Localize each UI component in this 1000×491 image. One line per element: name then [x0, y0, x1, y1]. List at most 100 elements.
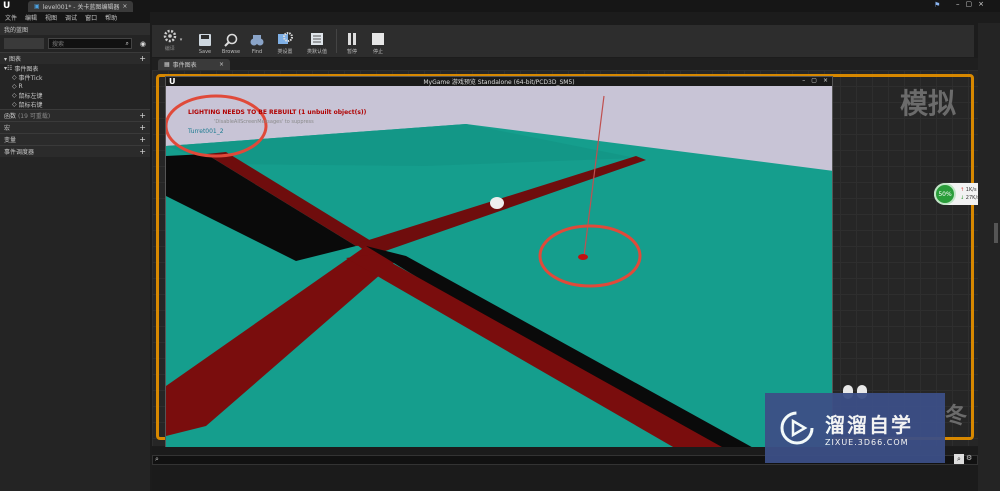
event-label: R [18, 83, 23, 90]
ball [490, 197, 504, 209]
tree-item-event-graph[interactable]: ▾☷ 事件图表 [0, 64, 150, 73]
menu-window[interactable]: 窗口 [85, 13, 97, 22]
search-placeholder: 搜索 [52, 41, 65, 48]
download-icon: ↓ [960, 195, 965, 201]
maximize-icon[interactable]: ▢ [966, 0, 973, 8]
notification-icon[interactable]: ⚑ [934, 1, 940, 9]
my-blueprint-panel: 我的蓝图 搜索 ⌕ ◉ ▾ 图表 + ▾☷ 事件图表 ◇ 事件Tick ◇ R … [0, 23, 150, 491]
stop-label: 停止 [372, 49, 383, 55]
graphs-label: 图表 [8, 56, 21, 63]
view-options-icon[interactable]: ◉ [136, 40, 150, 48]
toolbar: 编译 ▾ Save Browse Find 类设置 类默认值 暂停 停止 [152, 25, 974, 57]
stop-icon [372, 33, 384, 45]
menu-debug[interactable]: 调试 [65, 13, 77, 22]
tree-item-event[interactable]: ◇ 鼠标左键 [0, 91, 150, 100]
close-tab-icon[interactable]: × [219, 61, 224, 68]
simulating-watermark: 模拟 [900, 87, 957, 120]
add-variable-icon[interactable]: + [139, 135, 146, 144]
class-defaults-button[interactable]: 类默认值 [300, 25, 334, 57]
variables-section[interactable]: 变量 + [0, 133, 150, 145]
game-preview-window[interactable]: U MyGame 游戏预览 Standalone (64-bit/PCD3D_S… [165, 76, 833, 465]
add-dispatcher-icon[interactable]: + [139, 147, 146, 156]
add-function-icon[interactable]: + [139, 111, 146, 120]
search-input[interactable]: 搜索 ⌕ [48, 38, 132, 49]
scrollbar-thumb[interactable] [994, 223, 998, 243]
bottom-search-icon[interactable]: ⌕ [155, 455, 159, 464]
event-icon: ◇ [12, 74, 17, 81]
lighting-warning: LIGHTING NEEDS TO BE REBUILT (1 unbuilt … [188, 109, 367, 116]
tab-event-graph-label: 事件图表 [172, 62, 197, 69]
tree-item-event[interactable]: ◇ 鼠标右键 [0, 100, 150, 109]
minimize-icon[interactable]: – [956, 0, 960, 8]
unreal-logo-icon: U [169, 77, 176, 86]
functions-note: (19 可重载) [17, 113, 51, 120]
menu-help[interactable]: 帮助 [105, 13, 117, 22]
event-dispatchers-section[interactable]: 事件调度器 + [0, 145, 150, 157]
add-graph-icon[interactable]: + [139, 54, 146, 63]
event-graph-label: 事件图表 [14, 66, 39, 73]
compile-button[interactable]: 编译 ▾ [152, 25, 192, 57]
close-icon[interactable]: × [823, 77, 828, 84]
minimize-icon[interactable]: – [802, 77, 805, 84]
actor-label: Turret001_2 [188, 128, 224, 135]
stop-button[interactable]: 停止 [365, 25, 391, 57]
graph-icon: ▾☷ [4, 65, 13, 72]
document-tab[interactable]: ▣ level001* - 关卡蓝图编辑器 × [28, 1, 134, 12]
menu-file[interactable]: 文件 [5, 13, 17, 22]
details-panel-collapsed [978, 23, 1000, 491]
binoculars-icon [250, 35, 264, 46]
collapse-icon[interactable]: ▾ [4, 56, 7, 63]
search-icon[interactable]: ⌕ [954, 454, 964, 464]
menu-bar: 文件 编辑 视图 调试 窗口 帮助 [0, 12, 150, 23]
toolbar-divider [336, 29, 337, 53]
find-button[interactable]: Find [244, 25, 270, 57]
browse-label: Browse [221, 49, 241, 55]
watermark-title: 溜溜自学 [825, 413, 913, 437]
maximize-icon[interactable]: ▢ [811, 77, 817, 84]
menu-view[interactable]: 视图 [45, 13, 57, 22]
graphs-section[interactable]: ▾ 图表 + [0, 52, 150, 64]
tree-item-event[interactable]: ◇ 事件Tick [0, 73, 150, 82]
pause-label: 暂停 [346, 49, 357, 55]
tab-event-graph[interactable]: ▦ 事件图表 × [158, 59, 230, 70]
game-window-titlebar[interactable]: U MyGame 游戏预览 Standalone (64-bit/PCD3D_S… [166, 77, 832, 86]
blueprint-icon: ▣ [34, 3, 40, 10]
title-bar: U ▣ level001* - 关卡蓝图编辑器 × ⚑ – ▢ × [0, 0, 1000, 12]
graph-tab-bar: ▦ 事件图表 × [152, 58, 978, 70]
class-defaults-icon [311, 33, 323, 45]
functions-label: 函数 [4, 113, 17, 120]
settings-icon[interactable]: ⚙ [966, 454, 972, 462]
upload-icon: ↑ [960, 187, 965, 193]
add-macro-icon[interactable]: + [139, 123, 146, 132]
game-viewport[interactable] [166, 86, 833, 465]
tree-item-event[interactable]: ◇ R [0, 82, 150, 91]
game-window-title: MyGame 游戏预览 Standalone (64-bit/PCD3D_SM5… [423, 79, 575, 86]
close-icon[interactable]: × [978, 0, 984, 8]
event-label: 鼠标左键 [18, 93, 43, 100]
menu-edit[interactable]: 编辑 [25, 13, 37, 22]
site-watermark: 溜溜自学 ZIXUE.3D66.COM [765, 393, 945, 463]
gear-icon [163, 29, 176, 42]
class-settings-button[interactable]: 类设置 [270, 25, 300, 57]
pause-icon [348, 33, 356, 45]
target-marker [578, 254, 588, 260]
my-blueprint-tab[interactable]: 我的蓝图 [0, 23, 150, 35]
corner-watermark: 冬 [945, 404, 968, 429]
search-icon[interactable]: ⌕ [126, 40, 131, 48]
add-new-button[interactable] [4, 38, 44, 49]
functions-section[interactable]: 函数 (19 可重载) + [0, 109, 150, 121]
browse-button[interactable]: Browse [218, 25, 244, 57]
watermark-url: ZIXUE.3D66.COM [825, 438, 909, 447]
macros-section[interactable]: 宏 + [0, 121, 150, 133]
close-tab-icon[interactable]: × [122, 3, 127, 10]
suppress-hint: 'DisableAllScreenMessages' to suppress [214, 119, 314, 125]
upload-speed: 1K/s [965, 187, 977, 193]
pause-button[interactable]: 暂停 [339, 25, 365, 57]
find-label: Find [251, 49, 263, 55]
event-label: 事件Tick [18, 75, 43, 82]
chevron-down-icon[interactable]: ▾ [180, 37, 183, 43]
graph-tab-icon: ▦ [164, 61, 170, 68]
event-dispatchers-label: 事件调度器 [4, 149, 35, 156]
document-tab-label: level001* - 关卡蓝图编辑器 [42, 4, 120, 11]
save-button[interactable]: Save [192, 25, 218, 57]
